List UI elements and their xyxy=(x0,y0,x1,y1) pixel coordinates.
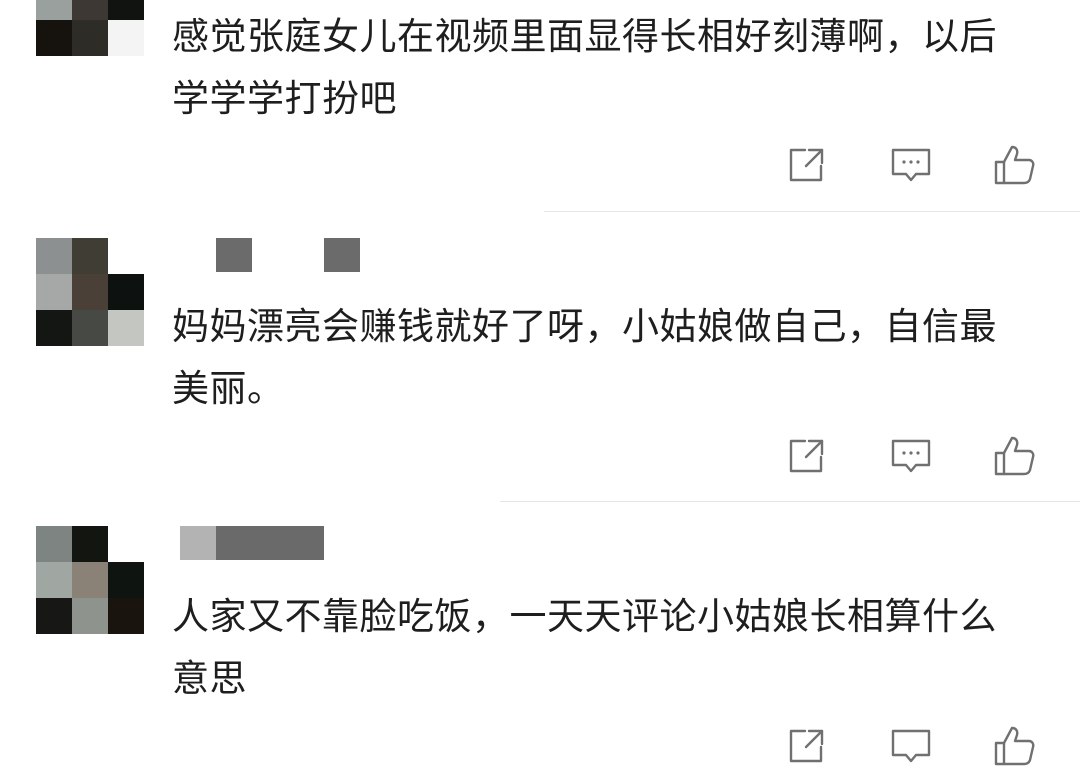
avatar[interactable] xyxy=(36,0,144,56)
username-redacted[interactable] xyxy=(216,238,252,272)
reply-icon xyxy=(891,439,931,473)
comment-text: 人家又不靠脸吃饭，一天天评论小姑娘长相算什么意思 xyxy=(172,595,997,700)
comment-item: 感觉张庭女儿在视频里面显得长相好刻薄啊，以后学学学打扮吧 xyxy=(0,0,1080,212)
share-icon xyxy=(789,439,824,473)
comment-text: 妈妈漂亮会赚钱就好了呀，小姑娘做自己，自信最美丽。 xyxy=(172,305,997,410)
thumbs-up-icon xyxy=(994,726,1035,766)
share-button[interactable] xyxy=(785,143,829,187)
like-button[interactable] xyxy=(993,724,1037,768)
share-button[interactable] xyxy=(785,434,829,478)
username-redacted[interactable] xyxy=(216,526,324,560)
thumbs-up-icon xyxy=(994,436,1035,476)
comment-text: 感觉张庭女儿在视频里面显得长相好刻薄啊，以后学学学打扮吧 xyxy=(172,15,997,120)
share-button[interactable] xyxy=(785,724,829,768)
like-button[interactable] xyxy=(993,143,1037,187)
share-icon xyxy=(789,148,824,182)
like-button[interactable] xyxy=(993,434,1037,478)
username-redacted[interactable] xyxy=(324,238,360,272)
reply-icon xyxy=(891,148,931,182)
reply-button[interactable] xyxy=(889,724,933,768)
reply-icon xyxy=(891,729,931,763)
username-redacted[interactable] xyxy=(180,526,216,560)
thumbs-up-icon xyxy=(994,145,1035,185)
avatar[interactable] xyxy=(36,526,144,634)
reply-button[interactable] xyxy=(889,143,933,187)
comment-item: 人家又不靠脸吃饭，一天天评论小姑娘长相算什么意思 xyxy=(0,502,1080,766)
comment-item: 妈妈漂亮会赚钱就好了呀，小姑娘做自己，自信最美丽。 xyxy=(0,212,1080,502)
reply-button[interactable] xyxy=(889,434,933,478)
avatar[interactable] xyxy=(36,238,144,346)
share-icon xyxy=(789,729,824,763)
